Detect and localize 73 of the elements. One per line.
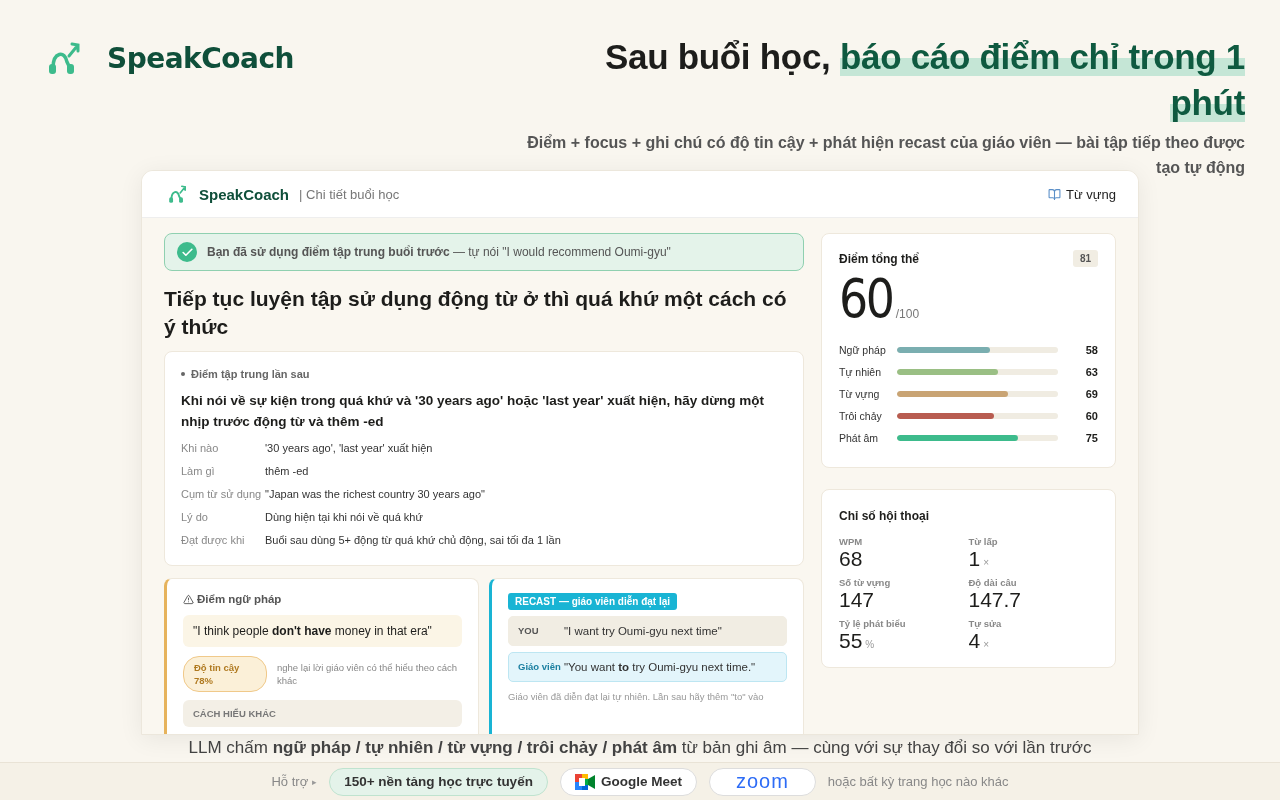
metric-value: 147.7 [968,588,1022,612]
metric-label: Số từ vựng [839,577,892,588]
metric-value: 4 [968,629,981,653]
metric-label: Từ lấp [968,536,999,547]
confidence-note: nghe lại lời giáo viên có thể hiểu theo cách khác [277,661,458,687]
caption: LLM chấm ngữ pháp / tự nhiên / từ vựng / trôi chảy / phát âm từ bản ghi âm — cùng với sự thay đổi so với lần trước [187,737,1093,759]
skill-score: 58 [1084,344,1098,356]
arrow-glyph: ▸ [312,776,318,787]
metric-label: Tỷ lệ phát biểu [839,618,907,629]
platform-chip: Google Meet [559,767,697,796]
detail-label: Cụm từ sử dụng [181,487,263,502]
card-title: Điểm tổng thể [839,251,919,266]
logo-icon [167,183,189,205]
utterance: "You want to try Oumi-gyu next time." [564,661,757,673]
detail-label: Làm gì [181,464,216,479]
score-max: /100 [895,307,920,321]
section-label: CÁCH HIỂU KHÁC [183,700,462,727]
metric-unit: × [983,639,990,650]
metric-value: 55 [839,629,863,653]
banner-text: Bạn đã sử dụng điểm tập trung buổi trước — tự nói "I would recommend Oumi-gyu" [207,245,671,259]
skill-label: Phát âm [839,432,880,444]
detail-value: Dùng hiện tại khi nói về quá khứ [265,510,424,525]
check-icon [177,242,197,262]
support-note: hoặc bất kỳ trang học nào khác [827,774,1009,789]
book-icon [1048,187,1062,201]
skill-score: 60 [1084,410,1098,422]
previous-score-badge: 81 [1072,250,1098,267]
bullet-icon [181,372,185,376]
metric-label: Độ dài câu [968,577,1018,588]
skill-label: Tự nhiên [839,366,883,378]
skill-label: Ngữ pháp [839,344,887,356]
metric-value: 68 [839,547,863,571]
skill-label: Từ vựng [839,388,881,400]
warning-icon [183,593,194,605]
recast-note: Giáo viên đã diễn đạt lại tự nhiên. Lần sau hãy thêm "to" vào [508,691,765,702]
recast-tag: RECAST — giáo viên diễn đạt lại [508,593,678,610]
metric-value: 147 [839,588,875,612]
speaker-label: Giáo viên [518,660,562,674]
total-score: 60 [839,271,893,327]
focus-text: Khi nói về sự kiện trong quá khứ và '30 years ago' hoặc 'last year' xuất hiện, hãy dừng một nhịp trước động từ và thêm -ed [181,392,766,431]
card-title: Chỉ số hội thoại [839,509,929,523]
app-brand: SpeakCoach [199,185,290,203]
platform-chip: 150+ nền tảng học trực tuyến [329,767,548,796]
platform-chip: zoom [708,767,816,796]
detail-label: Khi nào [181,441,220,456]
card-title: Điểm ngữ pháp [197,593,282,605]
video-camera-icon [574,773,595,790]
brand-name: SpeakCoach [107,41,294,75]
subtitle: Điểm + focus + ghi chú có độ tin cậy + phát hiện recast của giáo viên — bài tập tiếp theo được tạo tự động [526,133,1245,178]
detail-value: Buổi sau dùng 5+ động từ quá khứ chủ động, sai tối đa 1 lần [265,533,562,548]
card-label: Điểm tập trung lần sau [191,368,310,380]
metric-label: Tự sửa [968,618,1003,629]
confidence-badge: Độ tin cậy 78% [183,656,267,692]
metric-unit: × [983,557,990,568]
skill-score: 75 [1084,432,1098,444]
metric-label: WPM [839,536,864,547]
focus-title: Tiếp tục luyện tập sử dụng động từ ở thì quá khứ một cách có ý thức [164,286,788,340]
metric-value: 1 [968,547,981,571]
detail-value: "Japan was the richest country 30 years ago" [265,487,486,502]
support-label: Hỗ trợ [271,774,309,789]
detail-label: Đạt được khi [181,533,246,548]
detail-value: thêm -ed [265,464,310,479]
detail-value: '30 years ago', 'last year' xuất hiện [265,441,434,456]
skill-score: 63 [1084,366,1098,378]
page-title: | Chi tiết buổi học [299,186,400,202]
skill-label: Trôi chảy [839,410,883,422]
skill-score: 69 [1084,388,1098,400]
vocabulary-link[interactable]: Từ vựng [1048,186,1116,202]
utterance: "I want try Oumi-gyu next time" [564,625,723,637]
speaker-label: YOU [518,624,540,638]
quote: "I think people don't have money in that era" [183,615,462,647]
detail-label: Lý do [181,510,209,525]
metric-unit: % [865,639,875,650]
